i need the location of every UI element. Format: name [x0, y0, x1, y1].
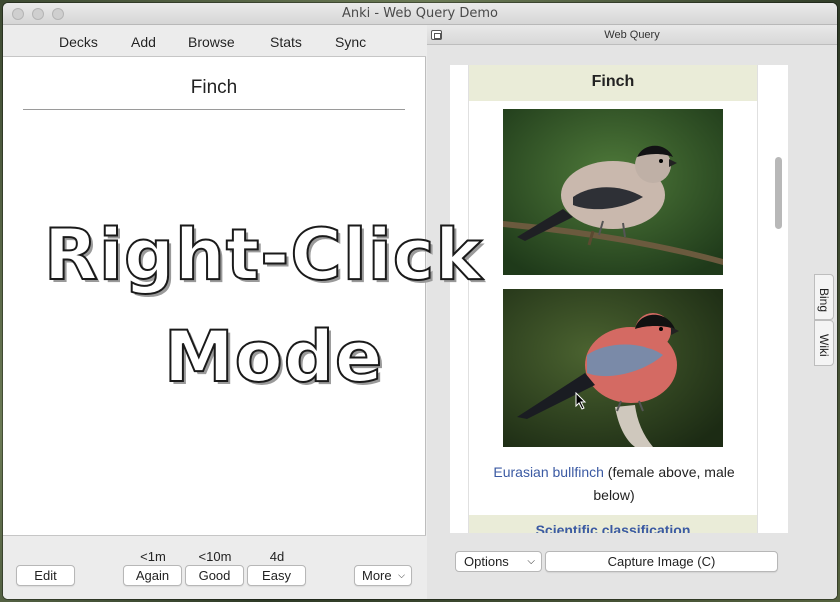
options-label: Options — [464, 554, 509, 569]
scientific-classification-header: Scientific classification — [469, 515, 757, 533]
more-button[interactable]: More ⌵ — [354, 565, 412, 586]
window-title: Anki - Web Query Demo — [342, 6, 498, 21]
anki-window: Anki - Web Query Demo Decks Add Browse S… — [3, 3, 837, 599]
main-toolbar: Decks Add Browse Stats Sync — [3, 25, 426, 57]
capture-image-button[interactable]: Capture Image (C) — [545, 551, 778, 572]
card-divider — [23, 109, 405, 110]
toolbar-browse[interactable]: Browse — [188, 34, 235, 50]
web-query-title: Web Query — [604, 29, 660, 41]
easy-button[interactable]: Easy — [247, 565, 306, 586]
chevron-down-icon: ⌵ — [398, 570, 405, 580]
infobox-title: Finch — [469, 65, 757, 101]
toolbar-sync[interactable]: Sync — [335, 34, 366, 50]
web-view-scrollbar[interactable] — [771, 85, 785, 531]
female-bullfinch-image[interactable] — [503, 109, 723, 275]
tab-wiki[interactable]: Wiki — [814, 320, 834, 366]
overlay-title-line1: Right-Click — [43, 213, 483, 297]
toolbar-decks[interactable]: Decks — [59, 34, 98, 50]
good-interval: <10m — [198, 549, 232, 564]
tab-wiki-label: Wiki — [817, 334, 831, 357]
toolbar-add[interactable]: Add — [131, 34, 156, 50]
options-select[interactable]: Options ⌵ — [455, 551, 542, 572]
review-bottom-bar: Edit <1m <10m 4d Again Good Easy More ⌵ — [3, 535, 426, 599]
again-button[interactable]: Again — [123, 565, 182, 586]
caption-text: (female above, male below) — [593, 464, 735, 503]
good-button[interactable]: Good — [185, 565, 244, 586]
tab-bing[interactable]: Bing — [814, 274, 834, 320]
again-interval: <1m — [140, 549, 166, 564]
toolbar-stats[interactable]: Stats — [270, 34, 302, 50]
eurasian-bullfinch-link[interactable]: Eurasian bullfinch — [493, 464, 604, 480]
male-bullfinch-image[interactable] — [503, 289, 723, 447]
web-query-header: Web Query — [427, 25, 837, 45]
web-query-bottom-bar: Options ⌵ Capture Image (C) — [427, 535, 837, 599]
easy-interval: 4d — [269, 549, 285, 564]
title-bar: Anki - Web Query Demo — [3, 3, 837, 25]
scrollbar-thumb[interactable] — [775, 157, 782, 229]
scientific-classification-label: Scientific classification — [535, 522, 691, 533]
web-view[interactable]: Finch Eurasian bullfinch (female above, … — [450, 65, 788, 533]
reviewer-pane: Decks Add Browse Stats Sync Finch Edit <… — [3, 25, 426, 599]
card-front-text: Finch — [190, 77, 238, 98]
image-caption: Eurasian bullfinch (female above, male b… — [479, 461, 749, 507]
chevron-down-icon: ⌵ — [527, 556, 535, 567]
tab-bing-label: Bing — [817, 288, 831, 313]
wiki-infobox: Finch Eurasian bullfinch (female above, … — [468, 65, 758, 533]
overlay-title-line2: Mode — [163, 315, 384, 399]
mouse-cursor-icon — [575, 392, 587, 410]
edit-button[interactable]: Edit — [16, 565, 75, 586]
more-label: More — [362, 568, 392, 583]
